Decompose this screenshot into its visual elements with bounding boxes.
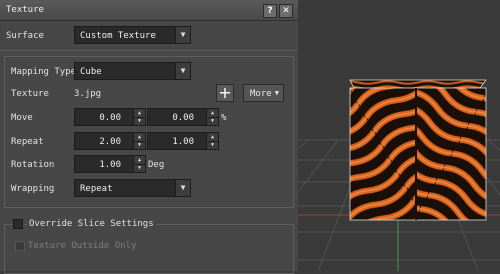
texture-filename: 3.jpg [74, 89, 102, 99]
window-title: Texture [6, 5, 44, 15]
textured-cube[interactable] [349, 79, 487, 221]
spinner-buttons: ▲ ▼ [206, 109, 218, 125]
texture-panel: Texture ? ✕ Surface Custom Texture ▼ Map… [0, 0, 298, 274]
override-slice-checkbox[interactable] [13, 219, 23, 229]
move-y-value: 0.00 [172, 113, 194, 123]
repeat-y-value: 1.00 [172, 137, 194, 147]
wrapping-label: Wrapping [11, 184, 55, 194]
spinner-buttons: ▲ ▼ [133, 133, 145, 149]
surface-value: Custom Texture [80, 31, 156, 41]
texture-outside-label: Texture Outside Only [28, 241, 137, 251]
texture-outside-checkbox [15, 241, 25, 251]
help-button[interactable]: ? [263, 4, 277, 18]
chevron-down-icon: ▼ [175, 63, 190, 79]
move-x-spinner[interactable]: 0.00 ▲ ▼ [74, 108, 146, 126]
repeat-label: Repeat [11, 137, 44, 147]
move-x-value: 0.00 [99, 113, 121, 123]
move-unit: % [221, 113, 227, 123]
spin-down-icon[interactable]: ▼ [134, 117, 145, 125]
spin-down-icon[interactable]: ▼ [134, 164, 145, 172]
spin-down-icon[interactable]: ▼ [207, 141, 218, 149]
override-slice-label: Override Slice Settings [27, 219, 156, 229]
spin-down-icon[interactable]: ▼ [207, 117, 218, 125]
mapping-type-dropdown[interactable]: Cube ▼ [74, 62, 191, 80]
repeat-x-value: 2.00 [99, 137, 121, 147]
divider [0, 50, 298, 51]
more-button[interactable]: More ▼ [243, 84, 284, 102]
chevron-down-icon: ▼ [175, 180, 190, 196]
3d-viewport[interactable] [298, 0, 500, 271]
plus-icon: + [218, 83, 232, 102]
move-label: Move [11, 113, 33, 123]
close-button[interactable]: ✕ [279, 4, 293, 18]
surface-dropdown[interactable]: Custom Texture ▼ [74, 26, 191, 44]
spin-down-icon[interactable]: ▼ [134, 141, 145, 149]
repeat-x-spinner[interactable]: 2.00 ▲ ▼ [74, 132, 146, 150]
mapping-type-label: Mapping Type [11, 67, 77, 77]
rotation-unit: Deg [148, 160, 165, 170]
rotation-spinner[interactable]: 1.00 ▲ ▼ [74, 155, 146, 173]
title-bar: Texture ? ✕ [0, 0, 298, 21]
wrapping-value: Repeat [80, 184, 113, 194]
rotation-value: 1.00 [99, 160, 121, 170]
rotation-label: Rotation [11, 160, 55, 170]
chevron-down-icon: ▼ [175, 27, 190, 43]
spinner-buttons: ▲ ▼ [133, 109, 145, 125]
spinner-buttons: ▲ ▼ [133, 156, 145, 172]
repeat-y-spinner[interactable]: 1.00 ▲ ▼ [147, 132, 219, 150]
spinner-buttons: ▲ ▼ [206, 133, 218, 149]
wrapping-dropdown[interactable]: Repeat ▼ [74, 179, 191, 197]
surface-label: Surface [6, 31, 44, 41]
viewport-canvas [298, 79, 500, 271]
texture-label: Texture [11, 89, 49, 99]
move-y-spinner[interactable]: 0.00 ▲ ▼ [147, 108, 219, 126]
add-texture-button[interactable]: + [216, 84, 234, 102]
more-label: More [250, 89, 272, 99]
chevron-down-icon: ▼ [274, 89, 279, 97]
mapping-type-value: Cube [80, 67, 102, 77]
